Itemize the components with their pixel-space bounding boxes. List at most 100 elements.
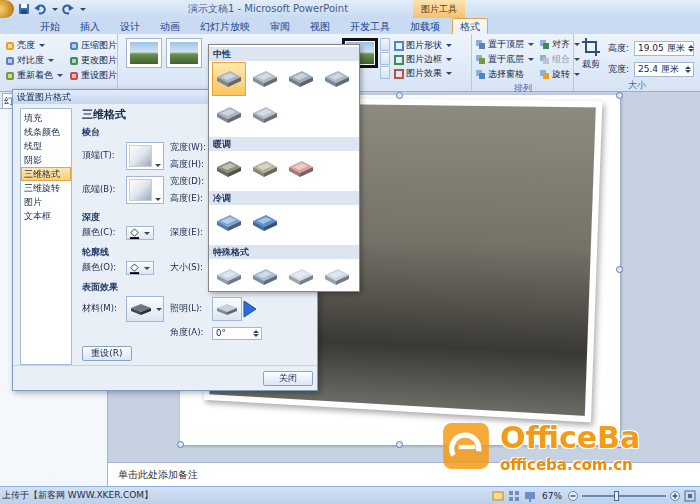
lighting-option[interactable] [212,62,246,96]
lighting-option[interactable] [212,152,246,186]
lighting-option[interactable] [212,206,246,240]
zoom-level[interactable]: 67% [542,491,562,501]
lighting-option[interactable] [248,206,282,240]
dropdown-arrow-icon[interactable] [52,8,58,11]
ribbon-button[interactable]: 重设图片 [69,68,117,83]
close-button[interactable]: 关闭 [263,371,313,386]
ribbon-tab[interactable]: 开始 [32,18,68,34]
ribbon-button[interactable]: 图片效果 [394,67,452,80]
ribbon-button[interactable]: 选择窗格 [476,67,534,82]
dialog-nav-item[interactable]: 填充 [21,111,71,125]
lighting-option[interactable] [248,98,282,132]
size-input[interactable]: 25.4 厘米 [634,62,694,77]
lighting-option[interactable] [248,62,282,96]
watermark-brand: OfficeBa [500,420,640,456]
size-input[interactable]: 19.05 厘米 [634,41,694,56]
reset-button[interactable]: 重设(R) [82,346,132,361]
ribbon-button[interactable]: 图片形状 [394,39,452,52]
lighting-option[interactable] [320,260,354,294]
dialog-nav-item[interactable]: 线条颜色 [21,125,71,139]
save-icon[interactable] [18,3,30,15]
lighting-option[interactable] [212,98,246,132]
lighting-option[interactable] [320,62,354,96]
ribbon-tab[interactable]: 加载项 [402,18,448,34]
ribbon-button[interactable]: 对齐 [540,37,580,52]
zoom-out-icon[interactable] [568,491,578,501]
lighting-picker[interactable] [212,297,242,321]
ribbon-button[interactable]: 对比度 [5,53,63,68]
dropdown-arrow-icon [144,267,150,270]
resize-handle[interactable] [396,441,403,448]
picture-style-thumbnail[interactable] [126,38,162,68]
dialog-nav-item[interactable]: 文本框 [21,209,71,223]
ribbon-tab[interactable]: 幻灯片放映 [192,18,258,34]
ribbon-button[interactable]: 置于顶层 [476,37,534,52]
powerpoint-window: 演示文稿1 - Microsoft PowerPoint 图片工具 开始插入设计… [0,0,700,504]
resize-handle[interactable] [616,92,623,99]
dialog-nav-item[interactable]: 三维旋转 [21,181,71,195]
slideshow-icon[interactable] [524,490,536,502]
dialog-nav-item[interactable]: 阴影 [21,153,71,167]
ribbon-tab[interactable]: 视图 [302,18,338,34]
gallery-section-header: 特殊格式 [209,245,359,259]
zoom-slider[interactable] [582,495,666,497]
dialog-nav-item[interactable]: 三维格式 [21,167,71,181]
ribbon-button[interactable]: 组合 [540,52,580,67]
ribbon-tab[interactable]: 格式 [452,18,488,34]
ribbon-button[interactable]: 图片边框 [394,53,452,66]
zoom-in-icon[interactable] [670,491,680,501]
lighting-preset-icon [250,157,280,181]
redo-icon[interactable] [62,3,74,15]
undo-icon[interactable] [34,3,46,15]
size-field: 高度: 19.05 厘米 [608,41,694,56]
bevel-picker[interactable] [126,142,164,170]
angle-input[interactable]: 0° [212,327,262,340]
spinner-icon[interactable] [252,329,261,338]
customize-arrow-icon[interactable] [80,8,86,11]
lighting-gallery-menu: 中性 暖调 冷调 特殊格式 [208,44,360,292]
slide-sorter-icon[interactable] [508,490,520,502]
lighting-option[interactable] [248,152,282,186]
lighting-preset-icon [286,67,316,91]
color-picker[interactable] [126,226,154,240]
resize-handle[interactable] [616,441,623,448]
resize-handle[interactable] [177,441,184,448]
dropdown-arrow-icon [528,58,534,61]
resize-handle[interactable] [396,92,403,99]
dialog-nav-item[interactable]: 图片 [21,195,71,209]
ribbon-tab[interactable]: 插入 [72,18,108,34]
office-button[interactable] [0,0,14,18]
lighting-option[interactable] [212,260,246,294]
gallery-scroll[interactable] [380,38,390,87]
resize-handle[interactable] [616,266,623,273]
ribbon-tab[interactable]: 设计 [112,18,148,34]
size-group: 裁剪 高度: 19.05 厘米 宽度: 25.4 厘米 大小 [574,34,700,91]
adjust-tool-icon [5,71,15,81]
picture-style-thumbnail[interactable] [166,38,202,68]
ribbon-button[interactable]: 更改图片 [69,53,117,68]
dialog-nav-item[interactable]: 线型 [21,139,71,153]
normal-view-icon[interactable] [492,490,504,502]
ribbon-button[interactable]: 旋转 [540,67,580,82]
fit-window-icon[interactable] [684,490,696,502]
notes-pane[interactable]: 单击此处添加备注 [108,462,700,486]
bevel-picker[interactable] [126,176,164,204]
color-picker[interactable] [126,261,154,275]
ribbon-button[interactable]: 重新着色 [5,68,63,83]
material-picker[interactable] [126,296,164,322]
ribbon-tab[interactable]: 开发工具 [342,18,398,34]
spinner-icon[interactable] [687,44,696,53]
ribbon-tab[interactable]: 审阅 [262,18,298,34]
adjust-tool-icon [69,41,79,51]
lighting-option[interactable] [284,152,318,186]
lighting-option[interactable] [248,260,282,294]
dropdown-arrow-icon [155,164,161,167]
ribbon-button[interactable]: 压缩图片 [69,38,117,53]
ribbon-button[interactable]: 置于底层 [476,52,534,67]
crop-button[interactable]: 裁剪 [578,37,604,71]
spinner-icon[interactable] [684,65,693,74]
ribbon-button[interactable]: 亮度 [5,38,63,53]
lighting-option[interactable] [284,260,318,294]
ribbon-tab[interactable]: 动画 [152,18,188,34]
lighting-option[interactable] [284,62,318,96]
